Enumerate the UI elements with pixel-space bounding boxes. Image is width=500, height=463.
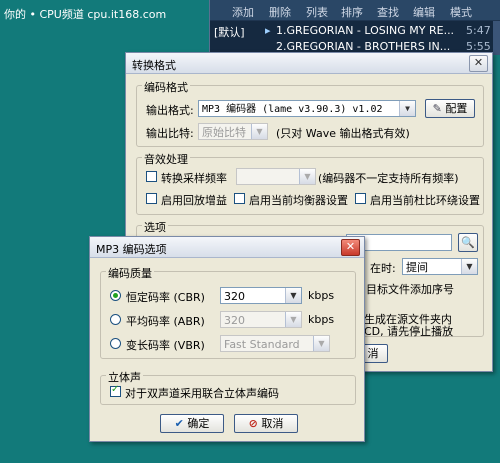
chevron-down-icon: ▼ [285,288,301,303]
chevron-down-icon: ▼ [313,336,329,351]
options-group-title: 选项 [142,219,168,235]
menu-sort[interactable]: 排序 [341,4,363,20]
cbr-unit: kbps [308,289,335,302]
bitrate-value: 原始比特 [202,126,246,139]
vbr-value: Fast Standard [224,338,300,351]
player-menu: 添加 删除 列表 排序 查找 编辑 模式 [210,0,500,20]
browse-button[interactable]: 🔍 [458,233,478,252]
resample-select[interactable]: ▼ [236,168,316,185]
chevron-down-icon: ▼ [399,101,415,116]
menu-delete[interactable]: 删除 [269,4,291,20]
chevron-down-icon: ▼ [285,312,301,327]
chevron-down-icon: ▼ [251,124,267,139]
playlist: [默认] ▸ 1.GREGORIAN - LOSING MY RE... 5:4… [210,21,500,55]
cancel-icon: ⊘ [248,417,258,430]
output-format-value: MP3 编码器 (lame v3.90.3) v1.02 [202,104,383,115]
search-icon: 🔍 [461,236,475,249]
playlist-name: [默认] [214,26,245,39]
cancel-label: 取消 [261,417,284,430]
resample-note: (编码器不一定支持所有频率) [318,172,459,185]
equalizer-checkbox[interactable] [234,193,245,204]
bitrate-note: (只对 Wave 输出格式有效) [276,127,410,140]
cbr-select[interactable]: 320 ▼ [220,287,302,304]
dialog-title: MP3 编码选项 [96,243,167,256]
ok-button[interactable]: ✔ 确定 [160,414,224,433]
abr-select[interactable]: 320 ▼ [220,311,302,328]
cancel-button[interactable]: ⊘ 取消 [234,414,298,433]
menu-add[interactable]: 添加 [232,4,254,20]
encode-group-title: 编码格式 [142,79,190,95]
abr-unit: kbps [308,313,335,326]
time-label: 在时: [370,262,396,275]
close-icon[interactable]: ✕ [341,239,360,256]
playlist-row[interactable]: [默认] ▸ 1.GREGORIAN - LOSING MY RE... 5:4… [210,24,500,40]
cancel-label: 消 [367,347,379,360]
titlebar: MP3 编码选项 ✕ [90,237,364,258]
output-format-select[interactable]: MP3 编码器 (lame v3.90.3) v1.02 ▼ [198,100,416,117]
playlist-scrollbar[interactable] [493,21,500,55]
resample-label: 转换采样频率 [161,172,227,185]
surround-label: 启用当前杜比环绕设置 [370,194,480,207]
ok-label: 确定 [187,417,210,430]
config-label: 配置 [445,102,468,115]
add-serial-label: 目标文件添加序号 [366,283,454,296]
chevron-down-icon: ▼ [299,169,315,184]
effects-group-title: 音效处理 [142,151,190,167]
close-icon[interactable]: ✕ [469,55,488,72]
mp3-options-dialog: MP3 编码选项 ✕ 编码质量 恒定码率 (CBR) 320 ▼ kbps 平均… [89,236,365,442]
time-value: 提间 [406,261,428,274]
time-select[interactable]: 提间 ▼ [402,258,478,275]
cbr-radio[interactable] [110,290,121,301]
quality-group-title: 编码质量 [106,265,154,281]
abr-radio[interactable] [110,314,121,325]
track-title: 1.GREGORIAN - LOSING MY RE... [276,24,455,37]
checkmark-icon: ✔ [174,417,184,430]
output-format-label: 输出格式: [146,104,194,117]
play-arrow-icon: ▸ [265,24,271,37]
titlebar: 转换格式 ✕ [126,53,492,74]
vbr-label: 变长码率 (VBR) [126,339,205,352]
menu-list[interactable]: 列表 [306,4,328,20]
track-time: 5:47 [466,24,491,37]
replay-gain-checkbox[interactable] [146,193,157,204]
player-window: 添加 删除 列表 排序 查找 编辑 模式 [默认] ▸ 1.GREGORIAN … [209,0,500,55]
config-icon: ✎ [432,102,442,115]
chevron-down-icon: ▼ [461,259,477,274]
menu-mode[interactable]: 模式 [450,4,472,20]
watermark-text: 你的 • CPU频道 cpu.it168.com [4,8,167,21]
vbr-radio[interactable] [110,338,121,349]
abr-label: 平均码率 (ABR) [126,315,205,328]
menu-edit[interactable]: 编辑 [413,4,435,20]
stereo-group-title: 立体声 [106,369,143,385]
vbr-select[interactable]: Fast Standard ▼ [220,335,330,352]
dialog-title: 转换格式 [132,59,176,72]
replay-gain-label: 启用回放增益 [161,194,227,207]
equalizer-label: 启用当前均衡器设置 [249,194,348,207]
resample-checkbox[interactable] [146,171,157,182]
cbr-label: 恒定码率 (CBR) [126,291,205,304]
menu-find[interactable]: 查找 [377,4,399,20]
joint-stereo-label: 对于双声道采用联合立体声编码 [125,387,279,400]
cbr-value: 320 [224,290,245,303]
joint-stereo-checkbox[interactable] [110,384,121,397]
config-button[interactable]: ✎ 配置 [425,99,475,118]
bitrate-select[interactable]: 原始比特 ▼ [198,123,268,140]
stop-playback-label: CD, 请先停止播放 [364,325,454,338]
surround-checkbox[interactable] [355,193,366,204]
abr-value: 320 [224,314,245,327]
bitrate-label: 输出比特: [146,127,194,140]
